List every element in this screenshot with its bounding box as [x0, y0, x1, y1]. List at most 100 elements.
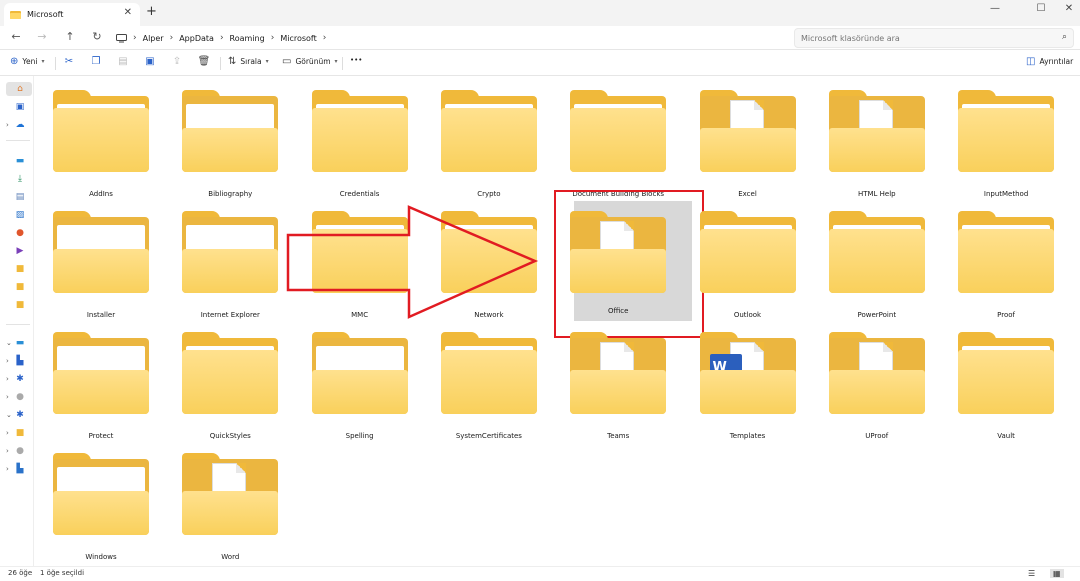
- chevron-right-icon[interactable]: ›: [6, 357, 15, 365]
- file-grid: AddIns Bibliography Credentials Crypto Docum…: [35, 76, 1080, 566]
- sidebar-item-folder[interactable]: › ■: [6, 426, 32, 440]
- search-icon[interactable]: ⌕: [1062, 32, 1067, 42]
- sidebar-item-onedrive[interactable]: › ☁: [6, 118, 32, 132]
- computer-icon[interactable]: ›: [116, 33, 137, 43]
- folder-item-spelling[interactable]: Spelling: [294, 318, 414, 440]
- folder-icon: ■: [15, 282, 25, 292]
- gallery-icon: ▣: [15, 102, 25, 112]
- share-icon[interactable]: ⇪: [170, 56, 184, 67]
- large-icons-view-icon[interactable]: ▦: [1050, 569, 1064, 578]
- minimize-button[interactable]: —: [980, 3, 1010, 14]
- chevron-down-icon[interactable]: ⌄: [6, 339, 15, 347]
- disc-icon: ●: [16, 392, 24, 402]
- folder-item-excel[interactable]: Excel: [682, 76, 802, 198]
- forward-arrow-icon[interactable]: →: [34, 30, 50, 43]
- chevron-right-icon[interactable]: ›: [6, 447, 15, 455]
- chevron-right-icon[interactable]: ›: [6, 429, 15, 437]
- pictures-icon: ▨: [15, 210, 25, 220]
- folder-item-teams[interactable]: Teams: [552, 318, 672, 440]
- delete-icon[interactable]: 🗑: [197, 56, 211, 67]
- search-box[interactable]: ⌕: [794, 28, 1074, 48]
- network-drive-icon: ▙: [16, 464, 24, 474]
- sidebar-item-folder[interactable]: ■: [6, 280, 32, 294]
- details-pane-button[interactable]: ◫ Ayrıntılar: [1026, 56, 1073, 67]
- view-button[interactable]: ▭ Görünüm ▾: [282, 56, 338, 67]
- tab-close-icon[interactable]: ✕: [124, 7, 132, 18]
- item-count: 26 öğe: [8, 569, 33, 577]
- new-button[interactable]: ⊕ Yeni ▾: [10, 56, 44, 67]
- folder-item-installer[interactable]: Installer: [35, 197, 155, 319]
- chevron-right-icon[interactable]: ›: [6, 121, 15, 129]
- folder-item-quickstyles[interactable]: QuickStyles: [164, 318, 284, 440]
- folder-item-credentials[interactable]: Credentials: [294, 76, 414, 198]
- folder-item-outlook[interactable]: Outlook: [682, 197, 802, 319]
- folder-item-word[interactable]: Word: [164, 439, 284, 561]
- folder-icon: [311, 211, 408, 293]
- cut-icon[interactable]: ✂: [62, 56, 76, 67]
- chevron-down-icon: ▾: [41, 58, 45, 65]
- sidebar-item-this-pc[interactable]: ⌄ ▬: [6, 336, 32, 350]
- sidebar-item-network-drive[interactable]: › ▙: [6, 462, 32, 476]
- sidebar-item-drive[interactable]: › ✱: [6, 372, 32, 386]
- rename-icon[interactable]: ▣: [143, 56, 157, 67]
- folder-item-windows[interactable]: Windows: [35, 439, 155, 561]
- folder-item-document-building-blocks[interactable]: Document Building Blocks: [552, 76, 672, 198]
- sidebar-item-drive[interactable]: › ●: [6, 390, 32, 404]
- chevron-right-icon[interactable]: ›: [6, 375, 15, 383]
- folder-item-network[interactable]: Network: [423, 197, 543, 319]
- chevron-right-icon[interactable]: ›: [6, 393, 15, 401]
- breadcrumb-item-alper[interactable]: Alper ›: [143, 33, 174, 43]
- folder-item-crypto[interactable]: Crypto: [423, 76, 543, 198]
- folder-item-templates[interactable]: W Templates: [682, 318, 802, 440]
- paste-icon[interactable]: ▤: [116, 56, 130, 67]
- folder-item-addins[interactable]: AddIns: [35, 76, 155, 198]
- folder-item-inputmethod[interactable]: InputMethod: [940, 76, 1060, 198]
- tab-title: Microsoft: [27, 10, 64, 19]
- back-arrow-icon[interactable]: ←: [8, 30, 24, 43]
- divider: [55, 57, 56, 70]
- breadcrumb-item-microsoft[interactable]: Microsoft ›: [280, 33, 326, 43]
- breadcrumb-item-roaming[interactable]: Roaming ›: [230, 33, 275, 43]
- folder-icon: [570, 332, 667, 414]
- sidebar-item-gallery[interactable]: ▣: [6, 100, 32, 114]
- folder-item-protect[interactable]: Protect: [35, 318, 155, 440]
- chevron-right-icon[interactable]: ›: [6, 465, 15, 473]
- up-arrow-icon[interactable]: ↑: [62, 30, 78, 43]
- folder-item-systemcertificates[interactable]: SystemCertificates: [423, 318, 543, 440]
- folder-item-internet-explorer[interactable]: Internet Explorer: [164, 197, 284, 319]
- sidebar-item-network[interactable]: ⌄ ✱: [6, 408, 32, 422]
- details-view-icon[interactable]: ☰: [1028, 569, 1035, 578]
- sidebar-item-downloads[interactable]: ⤓: [6, 172, 32, 186]
- copy-icon[interactable]: ❐: [89, 56, 103, 67]
- sidebar-item-folder[interactable]: ■: [6, 298, 32, 312]
- sidebar-item-drive[interactable]: › ▙: [6, 354, 32, 368]
- sidebar-item-drive[interactable]: › ●: [6, 444, 32, 458]
- chevron-down-icon[interactable]: ⌄: [6, 411, 15, 419]
- folder-item-mmc[interactable]: MMC: [294, 197, 414, 319]
- sidebar-item-desktop[interactable]: ▬: [6, 154, 32, 168]
- folder-icon: [182, 332, 279, 414]
- sidebar-item-music[interactable]: ●: [6, 226, 32, 240]
- sidebar-item-pictures[interactable]: ▨: [6, 208, 32, 222]
- tab-microsoft[interactable]: Microsoft ✕: [4, 3, 140, 26]
- more-options-button[interactable]: •••: [350, 56, 362, 64]
- sort-button[interactable]: ⇅ Sırala ▾: [228, 56, 269, 67]
- sidebar-item-videos[interactable]: ▶: [6, 244, 32, 258]
- sidebar-item-home[interactable]: ⌂: [6, 82, 32, 96]
- folder-item-html-help[interactable]: HTML Help: [811, 76, 931, 198]
- folder-item-uproof[interactable]: UProof: [811, 318, 931, 440]
- folder-item-office[interactable]: Office: [552, 197, 672, 315]
- new-tab-button[interactable]: +: [146, 4, 157, 19]
- folder-item-bibliography[interactable]: Bibliography: [164, 76, 284, 198]
- close-window-button[interactable]: ✕: [1054, 3, 1080, 14]
- sidebar-item-documents[interactable]: ▤: [6, 190, 32, 204]
- folder-item-proof[interactable]: Proof: [940, 197, 1060, 319]
- sidebar-item-folder[interactable]: ■: [6, 262, 32, 276]
- folder-label: Windows: [85, 553, 117, 561]
- refresh-icon[interactable]: ↻: [89, 30, 105, 43]
- maximize-button[interactable]: ☐: [1026, 3, 1056, 14]
- search-input[interactable]: [801, 32, 1051, 45]
- breadcrumb-item-appdata[interactable]: AppData ›: [179, 33, 223, 43]
- folder-item-powerpoint[interactable]: PowerPoint: [811, 197, 931, 319]
- folder-item-vault[interactable]: Vault: [940, 318, 1060, 440]
